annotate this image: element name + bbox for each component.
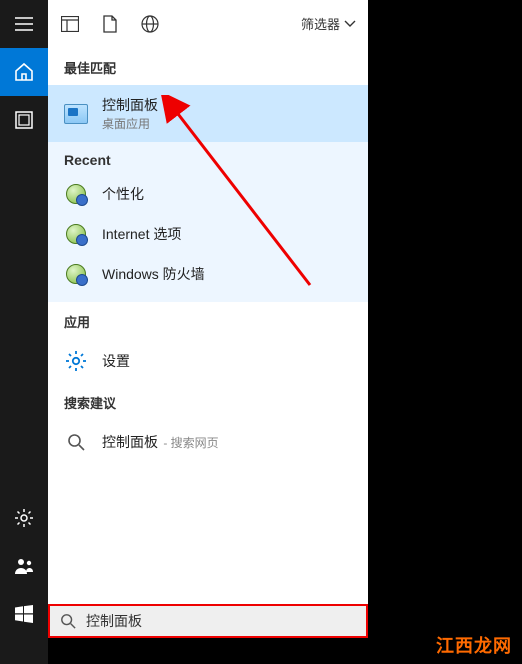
globe-icon (64, 262, 88, 286)
header-document-icon[interactable] (100, 14, 120, 34)
section-best-match: 最佳匹配 (48, 48, 368, 85)
chevron-down-icon (344, 20, 356, 28)
header-apps-icon[interactable] (60, 14, 80, 34)
section-suggestions: 搜索建议 (48, 383, 368, 420)
settings-gear-icon (64, 349, 88, 373)
filter-button[interactable]: 筛选器 (301, 14, 356, 33)
globe-icon (64, 222, 88, 246)
home-icon (14, 62, 34, 82)
search-results-panel: 筛选器 最佳匹配 控制面板 桌面应用 Recent 个性化 Internet 选… (48, 0, 368, 604)
recent-section: Recent 个性化 Internet 选项 Windows 防火墙 (48, 142, 368, 302)
recent-label: Internet 选项 (102, 224, 181, 244)
search-input-value: 控制面板 (86, 611, 142, 631)
search-icon (60, 613, 76, 629)
app-label: 设置 (102, 351, 130, 371)
panel-header: 筛选器 (48, 0, 368, 48)
search-icon (64, 430, 88, 454)
result-title: 控制面板 (102, 95, 158, 115)
sidebar-gallery[interactable] (0, 96, 48, 144)
result-control-panel[interactable]: 控制面板 桌面应用 (48, 85, 368, 142)
sidebar-home[interactable] (0, 48, 48, 96)
hamburger-menu[interactable] (0, 0, 48, 48)
watermark: 江西龙网 (436, 632, 512, 658)
recent-firewall[interactable]: Windows 防火墙 (48, 254, 368, 294)
sidebar-settings[interactable] (0, 494, 48, 542)
gear-icon (14, 508, 34, 528)
black-background (368, 0, 522, 664)
section-recent: Recent (48, 142, 368, 174)
globe-icon (64, 182, 88, 206)
taskbar-corner (0, 638, 48, 664)
suggestion-hint: - 搜索网页 (160, 436, 219, 450)
section-apps: 应用 (48, 302, 368, 339)
sidebar-start[interactable] (0, 590, 48, 638)
windows-icon (15, 605, 33, 623)
filter-label: 筛选器 (301, 14, 340, 33)
search-bar[interactable]: 控制面板 (48, 604, 368, 638)
app-settings[interactable]: 设置 (48, 339, 368, 383)
control-panel-icon (64, 102, 88, 126)
recent-internet-options[interactable]: Internet 选项 (48, 214, 368, 254)
people-icon (14, 557, 34, 575)
sidebar-people[interactable] (0, 542, 48, 590)
gallery-icon (15, 111, 33, 129)
recent-personalization[interactable]: 个性化 (48, 174, 368, 214)
suggestion-text: 控制面板 (102, 434, 158, 450)
suggestion-web-search[interactable]: 控制面板 - 搜索网页 (48, 420, 368, 464)
menu-icon (15, 17, 33, 31)
recent-label: Windows 防火墙 (102, 264, 205, 284)
recent-label: 个性化 (102, 184, 144, 204)
result-subtitle: 桌面应用 (102, 115, 158, 132)
header-web-icon[interactable] (140, 14, 160, 34)
